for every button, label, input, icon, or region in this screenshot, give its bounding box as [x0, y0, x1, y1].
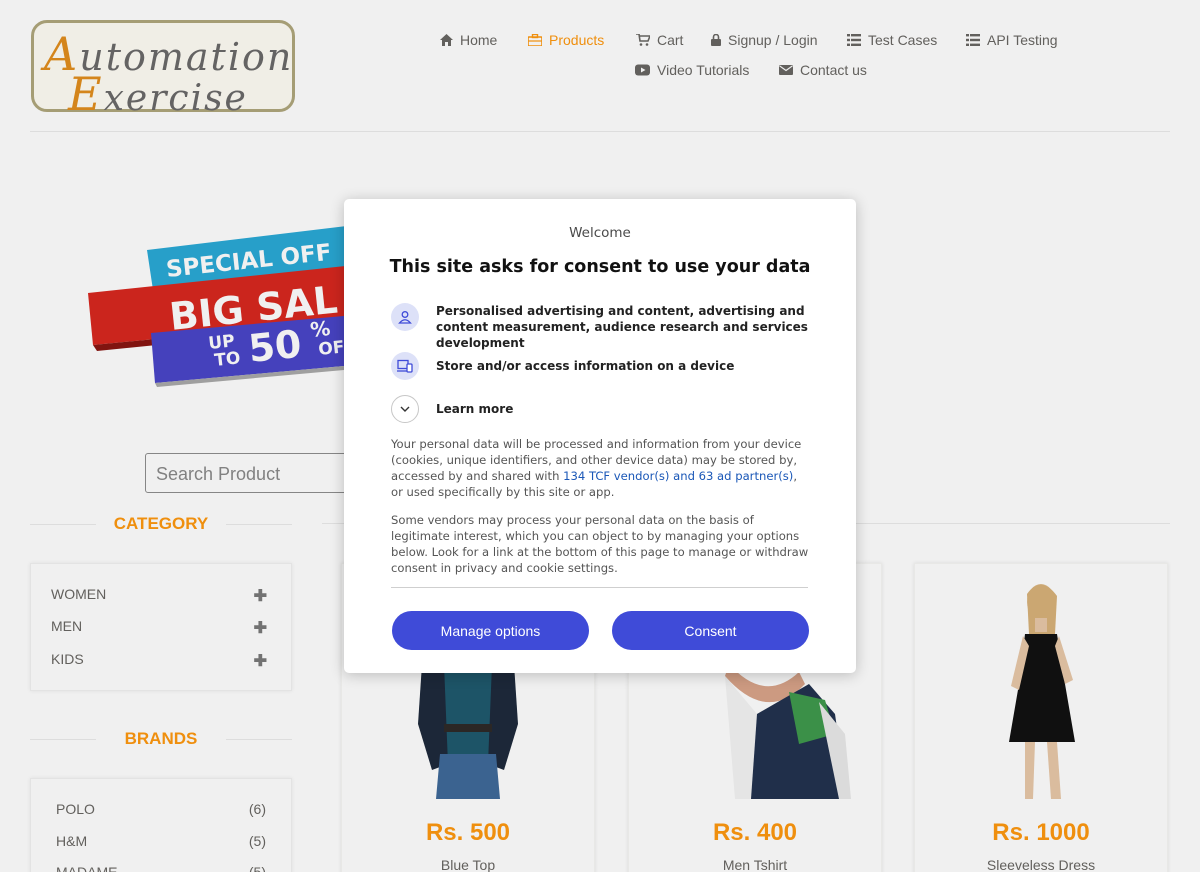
- consent-dialog: Welcome This site asks for consent to us…: [344, 199, 856, 673]
- consent-paragraph-1: Your personal data will be processed and…: [391, 436, 809, 500]
- learn-more-toggle[interactable]: Learn more: [391, 395, 811, 423]
- consent-headline: This site asks for consent to use your d…: [389, 257, 811, 277]
- purpose-personalised-ads: Personalised advertising and content, ad…: [391, 303, 811, 351]
- consent-paragraph-2: Some vendors may process your personal d…: [391, 513, 809, 575]
- person-icon: [391, 303, 419, 331]
- purpose-text: Store and/or access information on a dev…: [436, 359, 735, 373]
- purpose-text: Personalised advertising and content, ad…: [436, 304, 808, 350]
- consent-button[interactable]: Consent: [612, 611, 809, 650]
- devices-icon: [391, 352, 419, 380]
- consent-separator: [391, 587, 808, 588]
- purpose-store-access: Store and/or access information on a dev…: [391, 352, 811, 380]
- consent-welcome: Welcome: [569, 225, 631, 241]
- chevron-down-icon[interactable]: [391, 395, 419, 423]
- manage-options-button[interactable]: Manage options: [392, 611, 589, 650]
- learn-more-label[interactable]: Learn more: [436, 401, 513, 417]
- vendors-link[interactable]: 134 TCF vendor(s) and 63 ad partner(s): [563, 469, 793, 483]
